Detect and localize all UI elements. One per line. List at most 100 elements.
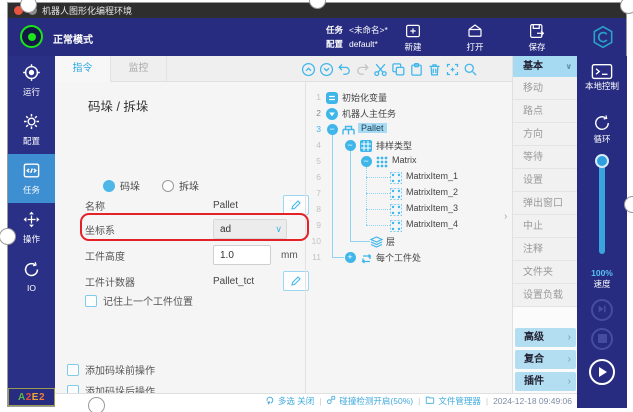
palette-item-wait[interactable]: 等待 [513,146,577,169]
speed-readout: 100% 速度 [577,268,627,290]
tree-row-matrix-item[interactable]: 8 MatrixItem_3 [306,201,512,217]
speed-slider[interactable] [599,156,605,254]
mode-label: 正常模式 [53,31,93,46]
nav-item-operate[interactable]: 操作 [8,203,55,252]
open-file-icon [455,22,495,40]
open-button[interactable]: 打开 [455,22,495,53]
radio-depalletize[interactable]: 拆垛 [162,178,199,193]
chevron-right-icon: › [568,372,571,391]
palette-group-composite[interactable]: 复合› [515,350,576,369]
code-window-icon [22,161,41,182]
paste-icon[interactable] [408,61,424,77]
expand-all-icon[interactable] [318,61,334,77]
play-button[interactable] [589,359,615,385]
file-manager-status[interactable]: 文件管理器 [425,395,481,407]
palette-item-comment[interactable]: 注释 [513,238,577,261]
pencil-icon [290,199,302,211]
run-target-icon [22,63,41,84]
folder-icon [425,395,435,407]
frame-dropdown[interactable]: ad ∨ [213,219,287,239]
chevron-down-icon: ∨ [566,56,573,77]
tree-row-pattern-type[interactable]: 4 − 排样类型 [306,137,512,153]
search-icon[interactable] [462,61,478,77]
stop-button[interactable] [591,328,613,350]
nav-item-task[interactable]: 任务 [8,154,55,203]
right-control-bar: 本地控制 循环 100% 速度 [577,56,627,408]
palette-item-waypoint[interactable]: 路点 [513,100,577,123]
palette-group-basic[interactable]: 基本 ∨ [513,56,577,77]
separator: | [486,396,488,406]
palette-item-set[interactable]: 设置 [513,169,577,192]
tree-row-init-vars[interactable]: 1 初始化变量 [306,89,512,105]
multiselect-icon [265,395,275,407]
tab-instruction[interactable]: 指令 [55,56,111,82]
move-arrows-icon [22,210,41,231]
palette-item-folder[interactable]: 文件夹 [513,261,577,284]
terminal-icon [577,63,627,80]
collapse-node-icon[interactable]: − [361,156,372,167]
nav-item-config[interactable]: 配置 [8,105,55,154]
palette-item-popup[interactable]: 弹出窗口 [513,192,577,215]
collision-status[interactable]: 碰撞检测开启(50%) [326,395,413,407]
task-config-info: 任务<未命名>* 配置default* [326,23,388,51]
slider-thumb[interactable] [595,154,609,168]
loop-button[interactable]: 循环 [577,113,627,145]
left-nav: 运行 配置 任务 操作 IO [8,56,55,388]
height-input[interactable] [213,245,271,265]
panel-expand-handle[interactable]: › [504,211,507,222]
loop-cycle-icon [577,113,627,133]
palette-group-plugin[interactable]: 插件› [515,372,576,391]
tree-row-pallet[interactable]: 3 − Pallet [306,121,512,137]
nav-item-run[interactable]: 运行 [8,56,55,105]
palette-item-direction[interactable]: 方向 [513,123,577,146]
new-button[interactable]: 新建 [393,22,433,53]
edit-toolbar [300,61,478,77]
expand-node-icon[interactable]: + [345,252,356,263]
chevron-right-icon: › [568,350,571,369]
brand-logo-icon [590,24,616,55]
remember-checkbox[interactable]: 记住上一个工件位置 [85,293,193,308]
tree-row-layers[interactable]: 10 层 [306,233,512,249]
step-button[interactable] [591,299,613,321]
palette-group-advanced[interactable]: 高级› [515,328,576,347]
app-window: 机器人图形化编程环境 正常模式 任务<未命名>* 配置default* 新建 打… [7,2,627,407]
main-area: 指令 监控 码垛 / 拆垛 码垛 拆垛 名称 Pallet 坐标系 [55,56,512,393]
radio-palletize[interactable]: 码垛 [103,178,140,193]
tab-monitor[interactable]: 监控 [111,56,167,82]
tree-row-matrix-item[interactable]: 6 MatrixItem_1 [306,169,512,185]
nav-item-io[interactable]: IO [8,252,55,301]
fit-view-icon[interactable] [444,61,460,77]
save-button[interactable]: 保存 [517,22,557,53]
redo-icon[interactable] [354,61,370,77]
status-bar: 多选 关闭 | 碰撞检测开启(50%) | 文件管理器 | 2024-12-18… [55,393,577,408]
local-control-button[interactable]: 本地控制 [577,63,627,92]
program-tree: 1 初始化变量 2 机器人主任务 3 − Pallet 4 − 排样类型 [305,82,512,393]
step-icon [597,301,607,319]
play-icon [599,367,607,377]
collapse-all-icon[interactable] [300,61,316,77]
window-title: 机器人图形化编程环境 [42,4,132,17]
copy-icon[interactable] [390,61,406,77]
delete-icon[interactable] [426,61,442,77]
name-row: 名称 Pallet [85,195,183,215]
radio-off-icon [162,180,174,192]
collapse-node-icon[interactable]: − [327,124,338,135]
palette-item-move[interactable]: 移动 [513,77,577,100]
undo-icon[interactable] [336,61,352,77]
cut-icon[interactable] [372,61,388,77]
app-header: 正常模式 任务<未命名>* 配置default* 新建 打开 保存 [8,18,626,56]
palette-item-abort[interactable]: 中止 [513,215,577,238]
pre-op-checkbox[interactable]: 添加码垛前操作 [67,362,155,377]
tree-row-main-task[interactable]: 2 机器人主任务 [306,105,512,121]
tree-row-matrix[interactable]: 5 − Matrix [306,153,512,169]
radio-on-icon [103,180,115,192]
palette-item-payload[interactable]: 设置负载 [513,284,577,307]
tree-row-each-part[interactable]: 11 + 每个工件处 [306,249,512,265]
collision-icon [326,395,336,407]
tree-row-matrix-item[interactable]: 7 MatrixItem_2 [306,185,512,201]
collapse-node-icon[interactable]: − [345,140,356,151]
tree-row-matrix-item[interactable]: 9 MatrixItem_4 [306,217,512,233]
multiselect-status[interactable]: 多选 关闭 [265,395,314,407]
counter-value: Pallet_tct [213,276,254,287]
checkbox-icon [67,364,79,376]
